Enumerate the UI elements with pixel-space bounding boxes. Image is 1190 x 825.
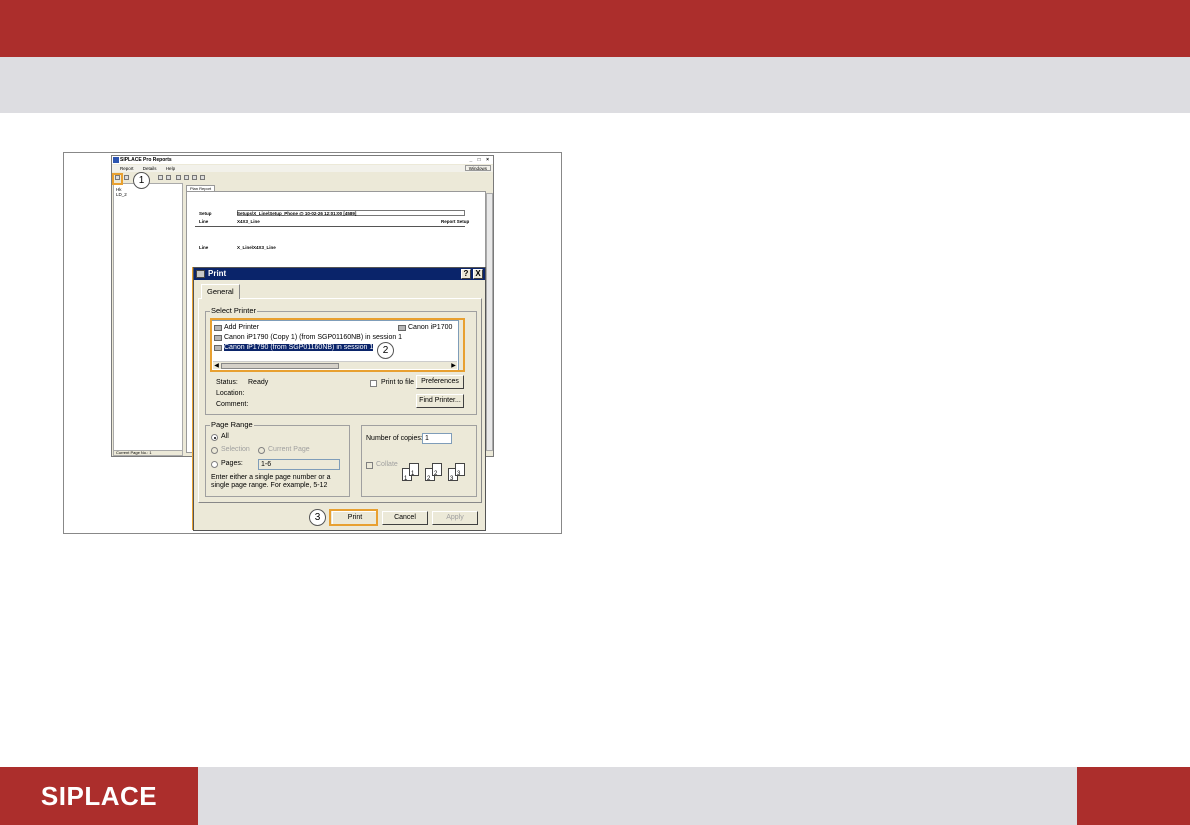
callout-3-badge: 3 xyxy=(309,509,326,526)
selection-radio[interactable] xyxy=(211,447,218,454)
report-tree: Hk LD_2 xyxy=(113,183,183,451)
copies-group: Number of copies: 1 Collate 1 1 2 2 3 3 xyxy=(361,425,477,497)
header-bar xyxy=(0,0,1190,57)
line2-row: Line X_Line\X4X3_Line xyxy=(199,245,276,250)
tab-general[interactable]: General xyxy=(201,284,240,299)
collate-checkbox[interactable] xyxy=(366,462,373,469)
menu-report[interactable]: Report xyxy=(120,166,134,171)
print-to-file-label: Print to file xyxy=(381,379,415,386)
copies-input[interactable]: 1 xyxy=(422,433,452,444)
printer-icon xyxy=(196,270,205,278)
tree-item[interactable]: LD_2 xyxy=(116,192,180,197)
cancel-button[interactable]: Cancel xyxy=(382,511,428,525)
preferences-button[interactable]: Preferences xyxy=(416,375,464,389)
app-toolbar xyxy=(112,173,493,182)
window-controls-icon[interactable]: _ □ × xyxy=(470,156,492,164)
status-value: Ready xyxy=(248,379,269,386)
report-setup-label: Report Setup xyxy=(441,219,470,224)
menu-windows[interactable]: Windows xyxy=(464,165,491,171)
callout-2-badge: 2 xyxy=(377,342,394,359)
line2-label: Line xyxy=(199,245,209,250)
report-scrollbar[interactable] xyxy=(486,193,493,451)
current-page-label: Current Page xyxy=(268,446,310,453)
line-label: Line xyxy=(199,219,209,224)
collate-page-icon: 3 xyxy=(455,463,465,477)
page-range-hint: Enter either a single page number or a s… xyxy=(211,474,331,489)
zoom-icon[interactable] xyxy=(200,175,205,180)
nav-prev-icon[interactable] xyxy=(158,175,163,180)
menu-help[interactable]: Help xyxy=(166,166,175,171)
app-icon xyxy=(113,157,119,163)
print-dialog-title: Print xyxy=(208,269,227,278)
current-page-radio[interactable] xyxy=(258,447,265,454)
subheader-bar xyxy=(0,57,1190,113)
help-button[interactable]: ? xyxy=(461,269,471,279)
comment-label: Comment: xyxy=(216,401,249,408)
page-range-legend: Page Range xyxy=(210,420,254,429)
callout-3-highlight xyxy=(329,509,378,526)
close-button[interactable]: X xyxy=(473,269,483,279)
callout-1-badge: 1 xyxy=(133,172,150,189)
app-title-bar: SIPLACE Pro Reports _ □ × xyxy=(112,156,493,164)
apply-button[interactable]: Apply xyxy=(432,511,478,525)
status-bar: Current Page No.: 1 xyxy=(113,450,183,456)
menu-details[interactable]: Details xyxy=(143,166,157,171)
all-label: All xyxy=(221,433,229,440)
app-title: SIPLACE Pro Reports xyxy=(120,157,172,163)
binoculars-icon[interactable] xyxy=(192,175,197,180)
pages-input[interactable]: 1-6 xyxy=(258,459,340,470)
select-printer-legend: Select Printer xyxy=(210,306,258,315)
copies-label: Number of copies: xyxy=(366,435,423,442)
setup-value: Setups\X_Line\Setup_Phone @ 10-02-26 12:… xyxy=(237,211,357,216)
callout-1-highlight xyxy=(112,173,123,185)
selection-label: Selection xyxy=(221,446,250,453)
line-row: Line X4X3_Line xyxy=(199,219,260,224)
divider xyxy=(195,226,465,227)
line-value: X4X3_Line xyxy=(237,219,260,224)
find-printer-button[interactable]: Find Printer... xyxy=(416,394,464,408)
pages-radio[interactable] xyxy=(211,461,218,468)
search-icon[interactable] xyxy=(184,175,189,180)
page-range-group: Page Range All Selection Current Page Pa… xyxy=(205,420,350,497)
line2-value: X_Line\X4X3_Line xyxy=(237,245,276,250)
collate-label: Collate xyxy=(376,461,398,468)
print-dialog: Print ? X General Select Printer Add Pri… xyxy=(193,267,486,531)
collate-page-icon: 2 xyxy=(432,463,442,477)
setup-row: Setup Setups\X_Line\Setup_Phone @ 10-02-… xyxy=(199,211,356,216)
screenshot-figure: SIPLACE Pro Reports _ □ × Report Details… xyxy=(63,152,562,534)
setup-label: Setup xyxy=(199,211,212,216)
location-label: Location: xyxy=(216,390,245,397)
print-dialog-title-bar: Print ? X xyxy=(194,268,485,280)
footer-accent xyxy=(1077,767,1190,825)
callout-2-highlight xyxy=(210,318,465,372)
app-menu-bar: Report Details Help Windows xyxy=(112,165,493,172)
print-to-file-checkbox[interactable] xyxy=(370,380,377,387)
siplace-logo: SIPLACE xyxy=(0,767,198,825)
pages-label: Pages: xyxy=(221,460,243,467)
print-icon[interactable] xyxy=(124,175,129,180)
collate-page-icon: 1 xyxy=(409,463,419,477)
nav-next-icon[interactable] xyxy=(166,175,171,180)
footer-bar: SIPLACE xyxy=(0,767,1190,825)
all-radio[interactable] xyxy=(211,434,218,441)
status-label: Status: xyxy=(216,379,238,386)
refresh-icon[interactable] xyxy=(176,175,181,180)
